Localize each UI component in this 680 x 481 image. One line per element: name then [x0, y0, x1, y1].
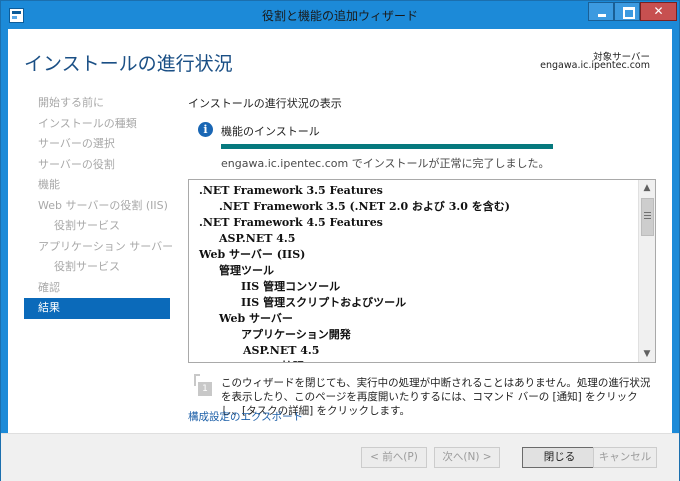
- section-heading: インストールの進行状況の表示: [188, 97, 342, 110]
- result-item: 管理ツール: [219, 264, 274, 277]
- close-icon: ✕: [653, 4, 664, 18]
- result-item: ASP.NET 4.5: [219, 232, 296, 245]
- result-item: IIS 管理コンソール: [241, 280, 341, 293]
- footer-button-bar: < 前へ(P) 次へ(N) > 閉じる キャンセル: [8, 434, 672, 474]
- nav-item-application-server[interactable]: アプリケーション サーバー: [24, 237, 173, 258]
- export-settings-link[interactable]: 構成設定のエクスポート: [188, 409, 303, 424]
- close-button[interactable]: 閉じる: [522, 447, 597, 468]
- nav-item-server-roles[interactable]: サーバーの役割: [24, 155, 170, 176]
- install-label: 機能のインストール: [221, 125, 320, 138]
- result-item: IIS 管理スクリプトおよびツール: [241, 296, 407, 309]
- nav-item-before-you-begin[interactable]: 開始する前に: [24, 93, 170, 114]
- wizard-steps-nav: 開始する前に インストールの種類 サーバーの選択 サーバーの役割 機能 Web …: [24, 93, 173, 319]
- nav-item-role-services-app[interactable]: 役割サービス: [24, 257, 170, 278]
- maximize-icon: [623, 7, 635, 19]
- page-title: インストールの進行状況: [24, 53, 233, 75]
- window-title: 役割と機能の追加ウィザード: [261, 9, 418, 23]
- status-text: engawa.ic.ipentec.com でインストールが正常に完了しました。: [221, 157, 550, 170]
- scroll-down-icon[interactable]: ▼: [639, 346, 655, 362]
- flag-icon: 1: [194, 374, 212, 396]
- result-item: ISAPI 拡張: [199, 359, 629, 362]
- results-list[interactable]: .NET Framework 3.5 Features .NET Framewor…: [188, 179, 656, 363]
- progress-bar: [221, 144, 553, 149]
- result-item: アプリケーション開発: [241, 328, 351, 341]
- nav-item-role-services-web[interactable]: 役割サービス: [24, 216, 170, 237]
- result-item: Web サーバー (IIS): [199, 248, 306, 261]
- wizard-content: インストールの進行状況 対象サーバー engawa.ic.ipentec.com…: [8, 29, 672, 433]
- title-bar[interactable]: 役割と機能の追加ウィザード ✕: [1, 1, 679, 29]
- progress-fill: [221, 144, 553, 149]
- result-item: ASP.NET 4.5: [243, 344, 320, 357]
- result-item: .NET Framework 3.5 (.NET 2.0 および 3.0 を含む…: [219, 200, 510, 213]
- scroll-up-icon[interactable]: ▲: [639, 180, 655, 196]
- grip-icon: [644, 212, 651, 213]
- nav-item-features[interactable]: 機能: [24, 175, 170, 196]
- minimize-button[interactable]: [588, 2, 614, 21]
- nav-item-installation-type[interactable]: インストールの種類: [24, 114, 170, 135]
- result-item: Web サーバー: [219, 312, 293, 325]
- wizard-footer: < 前へ(P) 次へ(N) > 閉じる キャンセル: [1, 433, 679, 481]
- close-window-button[interactable]: ✕: [640, 2, 677, 21]
- result-item: .NET Framework 3.5 Features: [199, 184, 383, 197]
- wizard-window: 役割と機能の追加ウィザード ✕ インストールの進行状況 対象サーバー engaw…: [0, 0, 680, 481]
- next-button[interactable]: 次へ(N) >: [434, 447, 500, 468]
- results-list-content: .NET Framework 3.5 Features .NET Framewor…: [199, 183, 629, 362]
- nav-item-results[interactable]: 結果: [24, 298, 170, 319]
- target-server-name: engawa.ic.ipentec.com: [540, 60, 650, 71]
- scroll-thumb[interactable]: [641, 198, 654, 236]
- maximize-button[interactable]: [614, 2, 640, 21]
- info-icon: i: [198, 122, 213, 137]
- minimize-icon: [598, 14, 606, 17]
- nav-item-server-selection[interactable]: サーバーの選択: [24, 134, 170, 155]
- nav-item-web-server-role[interactable]: Web サーバーの役割 (IIS): [24, 196, 170, 217]
- previous-button[interactable]: < 前へ(P): [361, 447, 427, 468]
- result-item: .NET Framework 4.5 Features: [199, 216, 383, 229]
- results-scrollbar[interactable]: ▲ ▼: [638, 180, 655, 362]
- cancel-button[interactable]: キャンセル: [593, 447, 657, 468]
- nav-item-confirmation[interactable]: 確認: [24, 278, 170, 299]
